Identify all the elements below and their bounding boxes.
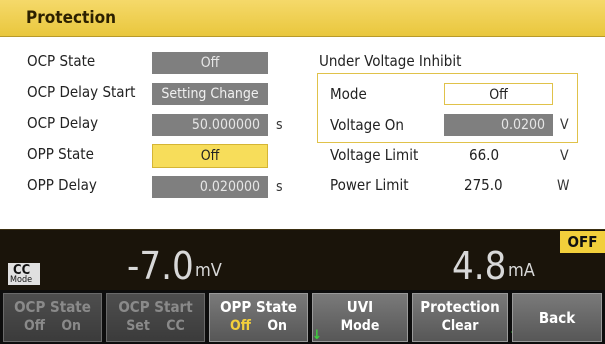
voltage-unit: mV (195, 260, 222, 281)
ocp-state-field[interactable]: Off (152, 52, 268, 74)
softkey-option-off: Off (230, 318, 251, 334)
opp-state-label: OPP State (27, 145, 94, 163)
uvi-power-limit-label: Power Limit (330, 176, 409, 194)
softkey-sublabel: Mode (340, 318, 380, 334)
softkey-label: Protection (420, 298, 500, 316)
opp-state-softkey[interactable]: OPP State Off On (209, 293, 308, 342)
ocp-delay-start-field[interactable]: Setting Change (152, 83, 268, 105)
uvi-voltage-on-field[interactable]: 0.0200 (444, 114, 553, 136)
softkey-label: OPP State (220, 298, 297, 316)
uvi-heading: Under Voltage Inhibit (319, 52, 462, 70)
ocp-delay-start-label: OCP Delay Start (27, 83, 136, 101)
uvi-voltage-on-unit: V (560, 117, 569, 133)
uvi-voltage-limit-value: 66.0 (469, 146, 500, 164)
softkey-option-set: Set (126, 318, 150, 334)
opp-delay-label: OPP Delay (27, 176, 97, 194)
softkey-option-on: On (267, 318, 287, 334)
softkey-label: UVI (346, 298, 374, 316)
title-bar: Protection (0, 0, 605, 37)
current-reading: 4.8 (452, 244, 507, 288)
uvi-mode-field[interactable]: Off (444, 83, 553, 105)
ocp-state-label: OCP State (27, 52, 96, 70)
page-title: Protection (26, 8, 116, 28)
ocp-delay-label: OCP Delay (27, 114, 99, 132)
softkey-label: Back (538, 309, 576, 327)
ocp-delay-unit: s (276, 117, 283, 133)
softkey-option-off: Off (24, 318, 45, 334)
opp-delay-field[interactable]: 0.020000 (152, 176, 268, 198)
softkey-label: OCP State (14, 298, 91, 316)
softkey-label: OCP Start (118, 298, 193, 316)
softkey-options: Set CC (107, 318, 204, 334)
softkey-sublabel: Clear (441, 318, 479, 334)
down-arrow-icon: ↓ (312, 328, 322, 343)
uvi-mode-label: Mode (330, 85, 367, 103)
ocp-start-softkey[interactable]: OCP Start Set CC (106, 293, 205, 342)
uvi-voltage-on-label: Voltage On (330, 116, 404, 134)
uvi-power-limit-unit: W (557, 178, 570, 194)
opp-state-field[interactable]: Off (152, 144, 268, 168)
ocp-state-softkey[interactable]: OCP State Off On (3, 293, 102, 342)
uvi-mode-softkey[interactable]: UVI Mode (312, 293, 408, 342)
operating-mode-badge: CC Mode (8, 263, 40, 285)
back-softkey[interactable]: Back (512, 293, 602, 342)
current-unit: mA (508, 260, 535, 281)
output-state-badge: OFF (560, 231, 605, 253)
softkey-option-on: On (61, 318, 81, 334)
mode-caption: Mode (10, 275, 33, 285)
protection-clear-softkey[interactable]: Protection Clear (412, 293, 508, 342)
voltage-reading: -7.0 (127, 244, 194, 288)
softkey-options: Off On (210, 318, 307, 334)
uvi-voltage-limit-unit: V (560, 148, 569, 164)
softkey-option-cc: CC (166, 318, 185, 334)
uvi-power-limit-value: 275.0 (464, 176, 503, 194)
opp-delay-unit: s (276, 179, 283, 195)
uvi-voltage-limit-label: Voltage Limit (330, 146, 419, 164)
ocp-delay-field[interactable]: 50.000000 (152, 114, 268, 136)
softkey-options: Off On (4, 318, 101, 334)
